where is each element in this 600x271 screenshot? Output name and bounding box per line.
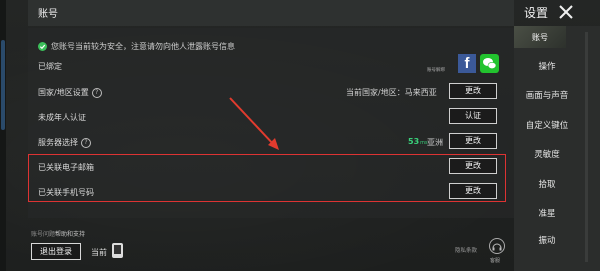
red-arrow-annotation bbox=[229, 97, 279, 150]
customer-service-icon[interactable] bbox=[489, 238, 505, 254]
sidebar-item-vibration[interactable]: 振动 bbox=[514, 228, 580, 252]
headset-icon bbox=[492, 243, 502, 251]
sidebar-item-label: 准星 bbox=[538, 209, 556, 219]
sidebar-item-label: 画面与声音 bbox=[525, 91, 569, 101]
sidebar-item-crosshair[interactable]: 准星 bbox=[514, 201, 580, 225]
sidebar-item-pickup[interactable]: 拾取 bbox=[514, 172, 580, 196]
sidebar-item-label: 拾取 bbox=[538, 180, 556, 190]
customer-service-label: 客服 bbox=[490, 258, 501, 264]
help-support-link[interactable]: 帮助和支持 bbox=[55, 231, 85, 238]
sidebar-item-sensitivity[interactable]: 灵敏度 bbox=[514, 142, 580, 166]
sidebar-item-label: 自定义键位 bbox=[525, 121, 569, 131]
sidebar-item-graphics-audio[interactable]: 画面与声音 bbox=[514, 83, 580, 107]
footer-help: 账号问题帮助和支持 bbox=[31, 229, 85, 238]
sidebar-item-label: 操作 bbox=[538, 62, 556, 72]
sidebar-item-controls[interactable]: 操作 bbox=[514, 54, 580, 78]
current-device-label: 当前 bbox=[91, 248, 107, 257]
privacy-link[interactable]: 隐私条款 bbox=[455, 246, 477, 254]
sidebar-item-label: 灵敏度 bbox=[534, 150, 560, 160]
logout-button[interactable]: 退出登录 bbox=[31, 243, 81, 260]
phone-device-icon bbox=[112, 243, 123, 258]
sidebar-item-custom-keys[interactable]: 自定义键位 bbox=[514, 113, 580, 137]
footer-prefix: 账号问题 bbox=[31, 231, 56, 238]
sidebar-item-label: 振动 bbox=[538, 236, 556, 246]
sidebar-item-account[interactable]: 账号 bbox=[532, 32, 548, 43]
sidebar-scrollbar[interactable] bbox=[585, 32, 588, 262]
